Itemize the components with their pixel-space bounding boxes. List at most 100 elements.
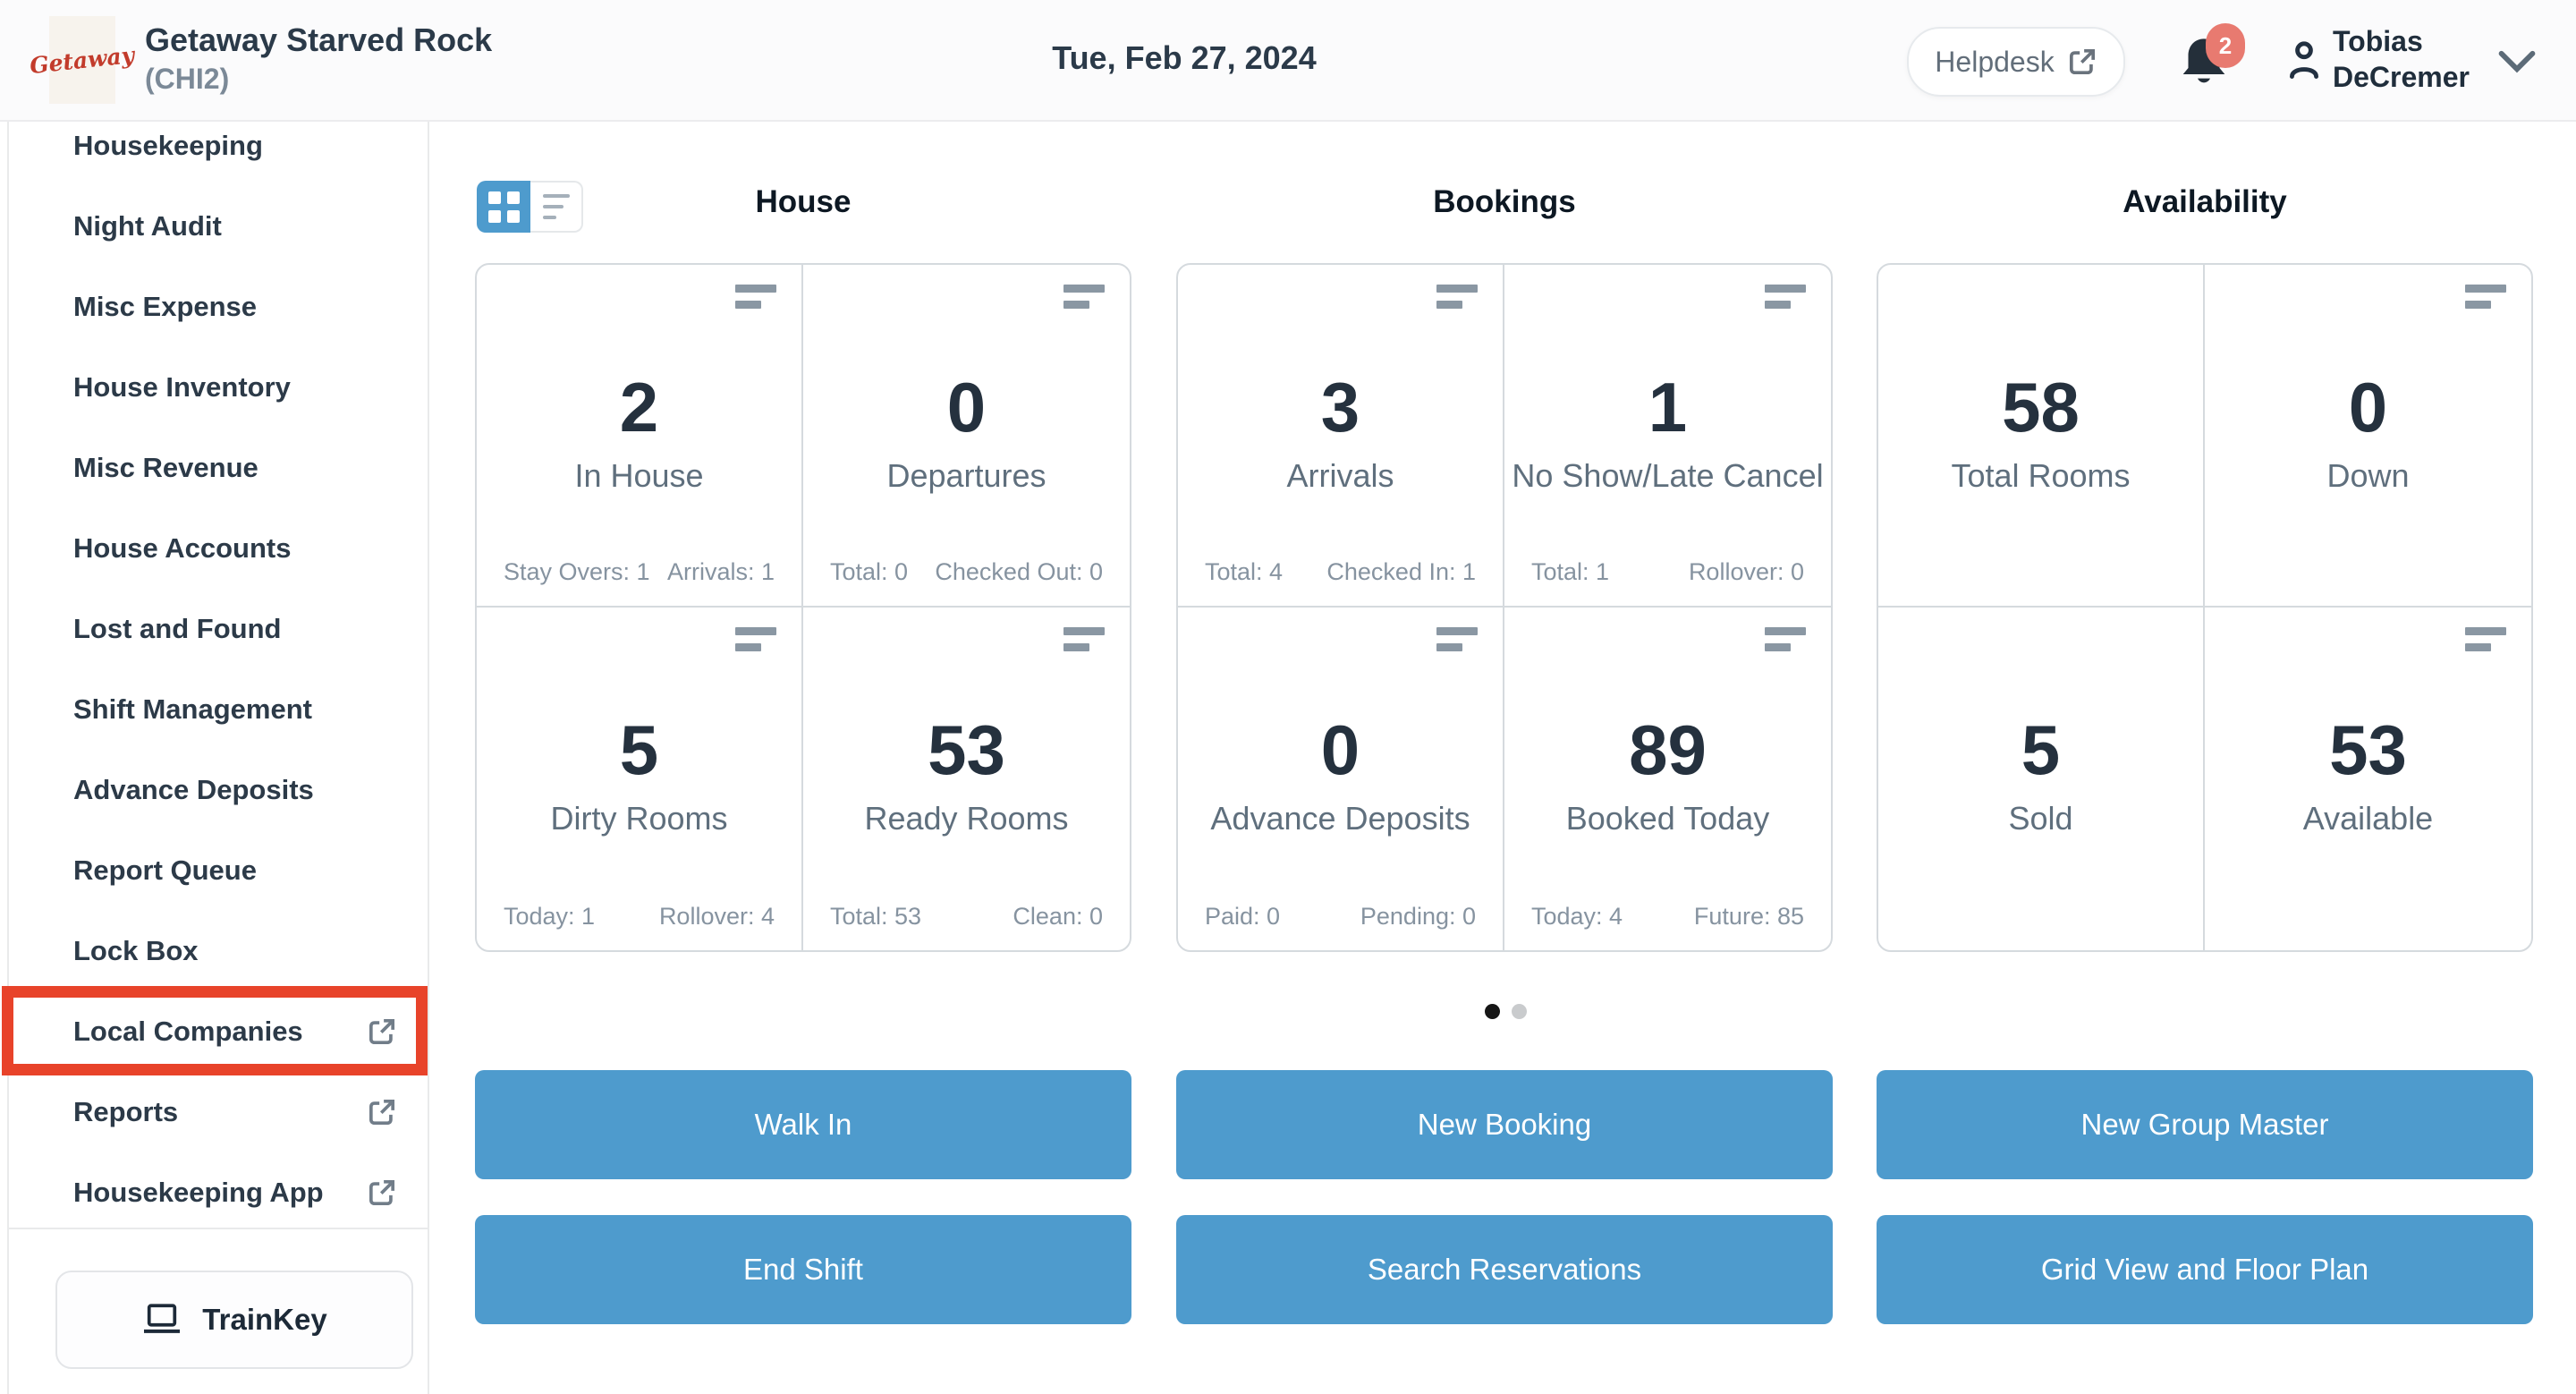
card-menu-icon[interactable] <box>1765 285 1806 309</box>
card-stats: Today: 1 Rollover: 4 <box>504 903 775 931</box>
sidebar-footer: TrainKey <box>9 1228 428 1394</box>
card-label: Arrivals <box>1178 456 1503 496</box>
sidebar-item-label: Reports <box>73 1096 178 1128</box>
card-stats: Total: 1 Rollover: 0 <box>1531 558 1804 586</box>
card-menu-icon[interactable] <box>1765 627 1806 651</box>
card-no-show-late-cancel: 1 No Show/Late Cancel Total: 1 Rollover:… <box>1504 265 1831 608</box>
sidebar-item-label: Lock Box <box>73 935 199 967</box>
grid-view-button[interactable] <box>477 181 530 233</box>
card-label: Ready Rooms <box>803 799 1130 838</box>
sidebar-item-house-inventory[interactable]: House Inventory <box>9 347 428 428</box>
sidebar-item-lost-and-found[interactable]: Lost and Found <box>9 589 428 669</box>
card-stats: Total: 53 Clean: 0 <box>830 903 1103 931</box>
card-stats: Today: 4 Future: 85 <box>1531 903 1804 931</box>
carousel-dot-active[interactable] <box>1485 1004 1500 1019</box>
property-title: Getaway Starved Rock (CHI2) <box>145 20 492 97</box>
card-stat: Total: 4 <box>1205 558 1283 586</box>
sidebar-item-advance-deposits[interactable]: Advance Deposits <box>9 750 428 830</box>
helpdesk-button[interactable]: Helpdesk <box>1907 27 2125 97</box>
card-value: 5 <box>1878 711 2203 788</box>
sidebar-item-label: Local Companies <box>73 1016 303 1048</box>
business-date: Tue, Feb 27, 2024 <box>961 39 1408 77</box>
sidebar-item-house-accounts[interactable]: House Accounts <box>9 508 428 589</box>
card-label: Total Rooms <box>1878 456 2203 496</box>
card-down: 0 Down <box>2205 265 2531 608</box>
card-menu-icon[interactable] <box>2465 285 2506 309</box>
sidebar-item-label: Housekeeping <box>73 130 263 162</box>
external-link-icon <box>367 1097 397 1127</box>
walk-in-button[interactable]: Walk In <box>475 1070 1131 1179</box>
card-arrivals: 3 Arrivals Total: 4 Checked In: 1 <box>1178 265 1504 608</box>
carousel-dot[interactable] <box>1512 1004 1527 1019</box>
card-stat: Rollover: 0 <box>1689 558 1804 586</box>
grid-view-floor-plan-button[interactable]: Grid View and Floor Plan <box>1877 1215 2533 1324</box>
card-menu-icon[interactable] <box>1063 285 1105 309</box>
user-menu[interactable]: Tobias DeCremer <box>2333 23 2470 95</box>
card-value: 1 <box>1504 369 1831 446</box>
sidebar-item-reports[interactable]: Reports <box>9 1072 428 1152</box>
availability-card-grid: 58 Total Rooms 0 Down 5 Sold 53 Availabl… <box>1877 263 2533 952</box>
section-title-availability: Availability <box>1877 184 2533 220</box>
list-view-icon <box>543 187 570 226</box>
card-label: Advance Deposits <box>1178 799 1503 838</box>
search-reservations-button[interactable]: Search Reservations <box>1176 1215 1833 1324</box>
sidebar-item-shift-management[interactable]: Shift Management <box>9 669 428 750</box>
card-menu-icon[interactable] <box>1436 285 1478 309</box>
app-window: Getaway Getaway Starved Rock (CHI2) Tue,… <box>0 0 2576 1394</box>
view-toggle <box>477 181 583 233</box>
notification-count-badge: 2 <box>2206 23 2245 68</box>
house-card-grid: 2 In House Stay Overs: 1 Arrivals: 1 0 D… <box>475 263 1131 952</box>
top-header: Getaway Getaway Starved Rock (CHI2) Tue,… <box>0 0 2576 122</box>
user-avatar-icon <box>2286 39 2322 81</box>
card-stat: Rollover: 4 <box>659 903 775 931</box>
card-value: 53 <box>2205 711 2531 788</box>
sidebar-item-lock-box[interactable]: Lock Box <box>9 911 428 991</box>
card-available: 53 Available <box>2205 608 2531 950</box>
sidebar-item-misc-expense[interactable]: Misc Expense <box>9 267 428 347</box>
card-stat: Arrivals: 1 <box>667 558 775 586</box>
card-stat: Checked Out: 0 <box>935 558 1103 586</box>
card-stat: Stay Overs: 1 <box>504 558 650 586</box>
sidebar-item-report-queue[interactable]: Report Queue <box>9 830 428 911</box>
sidebar-item-label: Advance Deposits <box>73 774 314 806</box>
sidebar-item-misc-revenue[interactable]: Misc Revenue <box>9 428 428 508</box>
external-link-icon <box>2067 47 2097 77</box>
card-label: Down <box>2205 456 2531 496</box>
new-booking-button[interactable]: New Booking <box>1176 1070 1833 1179</box>
chevron-down-icon[interactable] <box>2497 50 2537 73</box>
bookings-card-grid: 3 Arrivals Total: 4 Checked In: 1 1 No S… <box>1176 263 1833 952</box>
card-menu-icon[interactable] <box>735 627 776 651</box>
trainkey-button[interactable]: TrainKey <box>55 1271 413 1369</box>
card-menu-icon[interactable] <box>735 285 776 309</box>
brand-logo[interactable]: Getaway <box>49 16 115 104</box>
external-link-icon <box>367 1177 397 1208</box>
card-booked-today: 89 Booked Today Today: 4 Future: 85 <box>1504 608 1831 950</box>
property-name: Getaway Starved Rock <box>145 20 492 61</box>
notification-count: 2 <box>2219 32 2232 60</box>
card-label: Sold <box>1878 799 2203 838</box>
card-stat: Total: 1 <box>1531 558 1609 586</box>
card-advance-deposits: 0 Advance Deposits Paid: 0 Pending: 0 <box>1178 608 1504 950</box>
sidebar-item-local-companies[interactable]: Local Companies <box>9 991 428 1072</box>
trainkey-label: TrainKey <box>202 1303 326 1337</box>
sidebar-item-label: House Accounts <box>73 532 291 565</box>
card-label: Booked Today <box>1504 799 1831 838</box>
card-value: 0 <box>1178 711 1503 788</box>
sidebar-item-housekeeping-app[interactable]: Housekeeping App <box>9 1152 428 1233</box>
card-menu-icon[interactable] <box>1063 627 1105 651</box>
sidebar-item-night-audit[interactable]: Night Audit <box>9 186 428 267</box>
user-last-name: DeCremer <box>2333 59 2470 95</box>
external-link-icon <box>367 1016 397 1047</box>
card-label: Available <box>2205 799 2531 838</box>
end-shift-button[interactable]: End Shift <box>475 1215 1131 1324</box>
card-stats: Total: 0 Checked Out: 0 <box>830 558 1103 586</box>
list-view-button[interactable] <box>530 181 583 233</box>
section-title-bookings: Bookings <box>1176 184 1833 220</box>
card-stats: Total: 4 Checked In: 1 <box>1205 558 1476 586</box>
new-group-master-button[interactable]: New Group Master <box>1877 1070 2533 1179</box>
card-stat: Today: 1 <box>504 903 595 931</box>
card-stat: Total: 0 <box>830 558 908 586</box>
card-label: In House <box>477 456 801 496</box>
card-menu-icon[interactable] <box>1436 627 1478 651</box>
card-menu-icon[interactable] <box>2465 627 2506 651</box>
